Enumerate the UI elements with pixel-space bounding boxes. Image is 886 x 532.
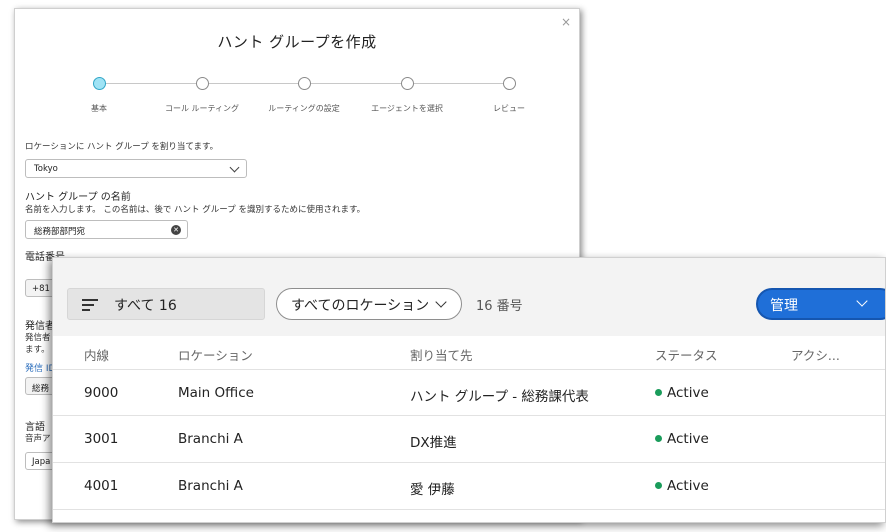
caller-id-input[interactable]: 総務 — [25, 377, 55, 395]
filter-icon — [82, 299, 98, 311]
step-label-call-routing: コール ルーティング — [164, 104, 240, 113]
cell-assigned: 愛 伊藤 — [410, 482, 455, 498]
location-select[interactable]: Tokyo — [25, 159, 247, 178]
chevron-down-icon — [856, 295, 868, 307]
caller-help-text-2: ます。 — [25, 345, 50, 355]
phone-input[interactable]: +81 — [25, 279, 55, 297]
step-basic-dot[interactable] — [93, 77, 106, 90]
status-text: Active — [667, 431, 709, 447]
status-text: Active — [667, 385, 709, 401]
cell-status: Active — [655, 478, 709, 494]
cell-status: Active — [655, 431, 709, 447]
table-toolbar: すべて 16 すべてのロケーション 16 番号 管理 — [53, 258, 885, 336]
name-help-text: 名前を入力します。 この名前は、後で ハント グループ を識別するために使用され… — [25, 205, 366, 215]
step-connector — [414, 83, 504, 84]
number-count: 16 番号 — [476, 299, 523, 314]
step-connector — [311, 83, 402, 84]
column-header-status[interactable]: ステータス — [655, 345, 718, 364]
name-input-value: 総務部部門宛 — [34, 227, 86, 237]
location-filter-label: すべてのロケーション — [291, 298, 430, 314]
phone-input-value: +81 — [32, 284, 50, 294]
filter-button[interactable]: すべて 16 — [67, 288, 265, 320]
cell-location: Branchi A — [178, 431, 243, 447]
location-filter-select[interactable]: すべてのロケーション — [276, 288, 462, 320]
step-label-review: レビュー — [493, 104, 525, 113]
step-connector — [106, 83, 197, 84]
cell-extension: 3001 — [84, 431, 119, 447]
cell-location: Branchi A — [178, 478, 243, 494]
cell-assigned: ハント グループ - 総務課代表 — [410, 389, 589, 405]
name-label: ハント グループ の名前 — [25, 192, 131, 203]
wizard-stepper: 基本 コール ルーティング ルーティングの設定 エージェントを選択 レビュー — [91, 77, 525, 113]
table-row[interactable]: 3001 Branchi A DX推進 Active — [53, 416, 885, 463]
column-header-extension[interactable]: 内線 — [84, 345, 109, 364]
cell-extension: 9000 — [84, 385, 119, 401]
status-dot-icon — [655, 482, 662, 489]
column-header-location[interactable]: ロケーション — [178, 345, 253, 364]
language-help-text: 音声ア — [25, 434, 51, 444]
manage-button-label: 管理 — [770, 298, 798, 314]
step-review-dot[interactable] — [503, 77, 516, 90]
language-select[interactable]: Japa — [25, 452, 55, 470]
numbers-table-panel: すべて 16 すべてのロケーション 16 番号 管理 内線 ロケーション 割り当… — [52, 257, 886, 523]
cell-location: Main Office — [178, 385, 254, 401]
location-help-text: ロケーションに ハント グループ を割り当てます。 — [25, 142, 219, 152]
step-routing-settings-dot[interactable] — [298, 77, 311, 90]
cell-assigned: DX推進 — [410, 435, 457, 451]
column-header-actions[interactable]: アクシ... — [791, 345, 840, 364]
location-select-value: Tokyo — [34, 164, 58, 174]
caller-id-link[interactable]: 発信 ID — [25, 361, 55, 374]
caller-help-text: 発信者 — [25, 333, 51, 343]
table-row[interactable]: 4001 Branchi A 愛 伊藤 Active — [53, 463, 885, 510]
step-connector — [209, 83, 299, 84]
manage-button[interactable]: 管理 — [756, 288, 885, 320]
step-label-select-agents: エージェントを選択 — [371, 104, 443, 113]
filter-button-label: すべて 16 — [114, 298, 177, 314]
status-dot-icon — [655, 435, 662, 442]
caller-id-value: 総務 — [32, 384, 50, 394]
clear-icon[interactable]: ✕ — [171, 225, 181, 235]
step-call-routing-dot[interactable] — [196, 77, 209, 90]
chevron-down-icon — [435, 296, 447, 308]
step-label-routing-settings: ルーティングの設定 — [268, 104, 340, 113]
status-text: Active — [667, 478, 709, 494]
step-select-agents-dot[interactable] — [401, 77, 414, 90]
dialog-title: ハント グループを作成 — [217, 33, 377, 51]
cell-extension: 4001 — [84, 478, 119, 494]
language-label: 言語 — [25, 422, 45, 433]
caller-label: 発信者 — [25, 321, 55, 332]
cell-status: Active — [655, 385, 709, 401]
name-input[interactable]: 総務部部門宛 ✕ — [25, 220, 188, 239]
close-icon[interactable]: × — [561, 15, 571, 29]
status-dot-icon — [655, 389, 662, 396]
column-header-assigned[interactable]: 割り当て先 — [410, 345, 473, 364]
chevron-down-icon — [229, 162, 240, 173]
step-label-basic: 基本 — [91, 104, 107, 113]
table-row[interactable]: 9000 Main Office ハント グループ - 総務課代表 Active — [53, 369, 885, 416]
language-select-value: Japa — [32, 457, 51, 467]
